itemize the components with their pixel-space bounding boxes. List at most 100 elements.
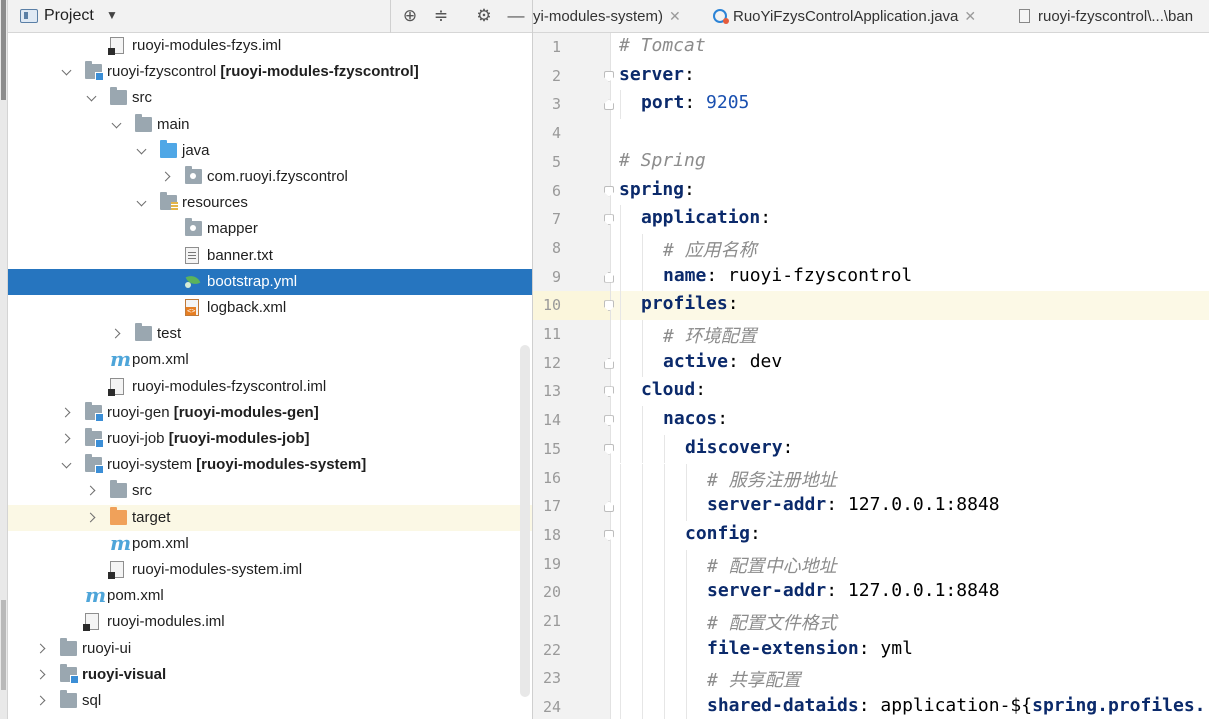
code-line[interactable]: application:: [641, 207, 771, 228]
chevron-down-icon[interactable]: [137, 198, 147, 208]
code-line[interactable]: # Tomcat: [619, 35, 706, 56]
code-line[interactable]: server-addr: 127.0.0.1:8848: [707, 580, 1000, 601]
tree-item[interactable]: sql: [8, 688, 532, 714]
structure-tool-window-tab[interactable]: [1, 600, 6, 690]
project-tool-window-tab[interactable]: [1, 0, 6, 100]
chevron-down-icon[interactable]: [62, 460, 72, 470]
chevron-down-icon[interactable]: [62, 67, 72, 77]
editor-tab-system[interactable]: yi-modules-system) ✕: [533, 0, 681, 33]
code-token: spring: [619, 178, 685, 200]
code-line[interactable]: active: dev: [663, 351, 782, 372]
tree-item[interactable]: ruoyi-ui: [8, 636, 532, 662]
code-line[interactable]: # 环境配置: [663, 322, 757, 348]
tree-item[interactable]: ruoyi-system [ruoyi-modules-system]: [8, 452, 532, 478]
code-token: # 配置中心地址: [707, 555, 837, 577]
code-line[interactable]: discovery:: [685, 437, 793, 458]
code-line[interactable]: server-addr: 127.0.0.1:8848: [707, 494, 1000, 515]
line-number: 23: [542, 669, 561, 688]
tree-item[interactable]: com.ruoyi.fzyscontrol: [8, 164, 532, 190]
chevron-down-icon[interactable]: [112, 120, 122, 130]
xml-file-icon: [185, 299, 199, 316]
line-number: 3: [551, 95, 561, 114]
editor-tab-application[interactable]: RuoYiFzysControlApplication.java ✕: [713, 0, 976, 33]
indent-guide: [620, 233, 621, 263]
minimize-icon[interactable]: —: [505, 5, 527, 27]
tree-item[interactable]: test: [8, 321, 532, 347]
line-number: 4: [551, 124, 561, 143]
tree-item[interactable]: m pom.xml: [8, 347, 532, 373]
chevron-down-icon[interactable]: [87, 93, 97, 103]
chevron-right-icon[interactable]: [62, 434, 72, 444]
code-line[interactable]: # 配置文件格式: [707, 609, 837, 635]
tree-item[interactable]: ruoyi-gen [ruoyi-modules-gen]: [8, 400, 532, 426]
project-view-title[interactable]: Project: [44, 7, 94, 25]
code-line[interactable]: # 共享配置: [707, 666, 801, 692]
tree-scrollbar[interactable]: [520, 345, 530, 697]
iml-file-icon: [108, 377, 124, 396]
tree-item[interactable]: target: [8, 504, 532, 531]
code-line[interactable]: # 配置中心地址: [707, 552, 837, 578]
tree-item[interactable]: ruoyi-job [ruoyi-modules-job]: [8, 426, 532, 452]
code-line[interactable]: config:: [685, 523, 761, 544]
indent-guide: [642, 320, 643, 349]
chevron-right-icon[interactable]: [162, 172, 172, 182]
code-token: :: [760, 207, 772, 229]
code-line[interactable]: # Spring: [619, 150, 706, 171]
chevron-right-icon[interactable]: [112, 329, 122, 339]
chevron-right-icon[interactable]: [37, 696, 47, 706]
tree-item[interactable]: banner.txt: [8, 243, 532, 269]
close-icon[interactable]: ✕: [669, 8, 681, 24]
locate-icon[interactable]: ⊕: [399, 5, 421, 27]
code-token: # Spring: [619, 149, 706, 171]
tree-item[interactable]: logback.xml: [8, 295, 532, 321]
code-line[interactable]: server:: [619, 64, 695, 85]
code-line[interactable]: # 应用名称: [663, 236, 757, 262]
chevron-down-icon[interactable]: [137, 146, 147, 156]
collapse-all-icon[interactable]: ≑: [430, 5, 452, 27]
code-line[interactable]: cloud:: [641, 379, 706, 400]
tree-item-label: pom.xml: [132, 534, 189, 552]
code-line[interactable]: nacos:: [663, 408, 728, 429]
tree-item[interactable]: main: [8, 112, 532, 138]
tree-item[interactable]: ruoyi-modules-fzys.iml: [8, 33, 532, 59]
code-line[interactable]: # 服务注册地址: [707, 466, 837, 492]
close-icon[interactable]: ✕: [964, 8, 976, 24]
tree-item[interactable]: mapper: [8, 216, 532, 242]
chevron-right-icon[interactable]: [37, 670, 47, 680]
chevron-right-icon[interactable]: [62, 408, 72, 418]
code-token: :: [727, 293, 739, 315]
code-line[interactable]: port: 9205: [641, 92, 749, 113]
code-token: # 配置文件格式: [707, 613, 837, 634]
chevron-right-icon[interactable]: [87, 513, 97, 523]
tree-item[interactable]: m pom.xml: [8, 583, 532, 609]
tree-item[interactable]: resources: [8, 190, 532, 216]
tree-item[interactable]: java: [8, 138, 532, 164]
left-tool-window-strip[interactable]: [0, 0, 8, 719]
tree-item[interactable]: ruoyi-fzyscontrol [ruoyi-modules-fzyscon…: [8, 59, 532, 85]
tree-item[interactable]: m pom.xml: [8, 531, 532, 557]
resources-folder-icon: [160, 192, 178, 211]
code-line[interactable]: file-extension: yml: [707, 638, 913, 659]
gear-icon[interactable]: ⚙: [473, 5, 495, 27]
tree-item[interactable]: bootstrap.yml: [8, 268, 532, 295]
code-line[interactable]: profiles:: [641, 293, 739, 314]
code-token: # 共享配置: [707, 670, 801, 692]
editor-tab-banner[interactable]: ruoyi-fzyscontrol\...\ban: [1019, 0, 1193, 33]
tree-item[interactable]: ruoyi-modules-system.iml: [8, 557, 532, 583]
tree-item[interactable]: ruoyi-visual: [8, 662, 532, 688]
chevron-right-icon[interactable]: [37, 644, 47, 654]
tree-item[interactable]: src: [8, 85, 532, 111]
tree-item[interactable]: src: [8, 478, 532, 504]
line-number: 6: [551, 181, 561, 200]
chevron-right-icon[interactable]: [87, 486, 97, 496]
code-line[interactable]: spring:: [619, 179, 695, 200]
indent-guide: [642, 693, 643, 719]
indent-guide: [642, 463, 643, 493]
code-token: : 127.0.0.1:8848: [826, 580, 1000, 602]
code-line[interactable]: shared-dataids: application-${spring.pro…: [707, 695, 1206, 716]
chevron-down-icon[interactable]: ▼: [106, 8, 118, 22]
tree-item[interactable]: ruoyi-modules.iml: [8, 609, 532, 635]
folder-icon: [110, 480, 127, 499]
code-line[interactable]: name: ruoyi-fzyscontrol: [663, 265, 912, 286]
tree-item[interactable]: ruoyi-modules-fzyscontrol.iml: [8, 374, 532, 400]
